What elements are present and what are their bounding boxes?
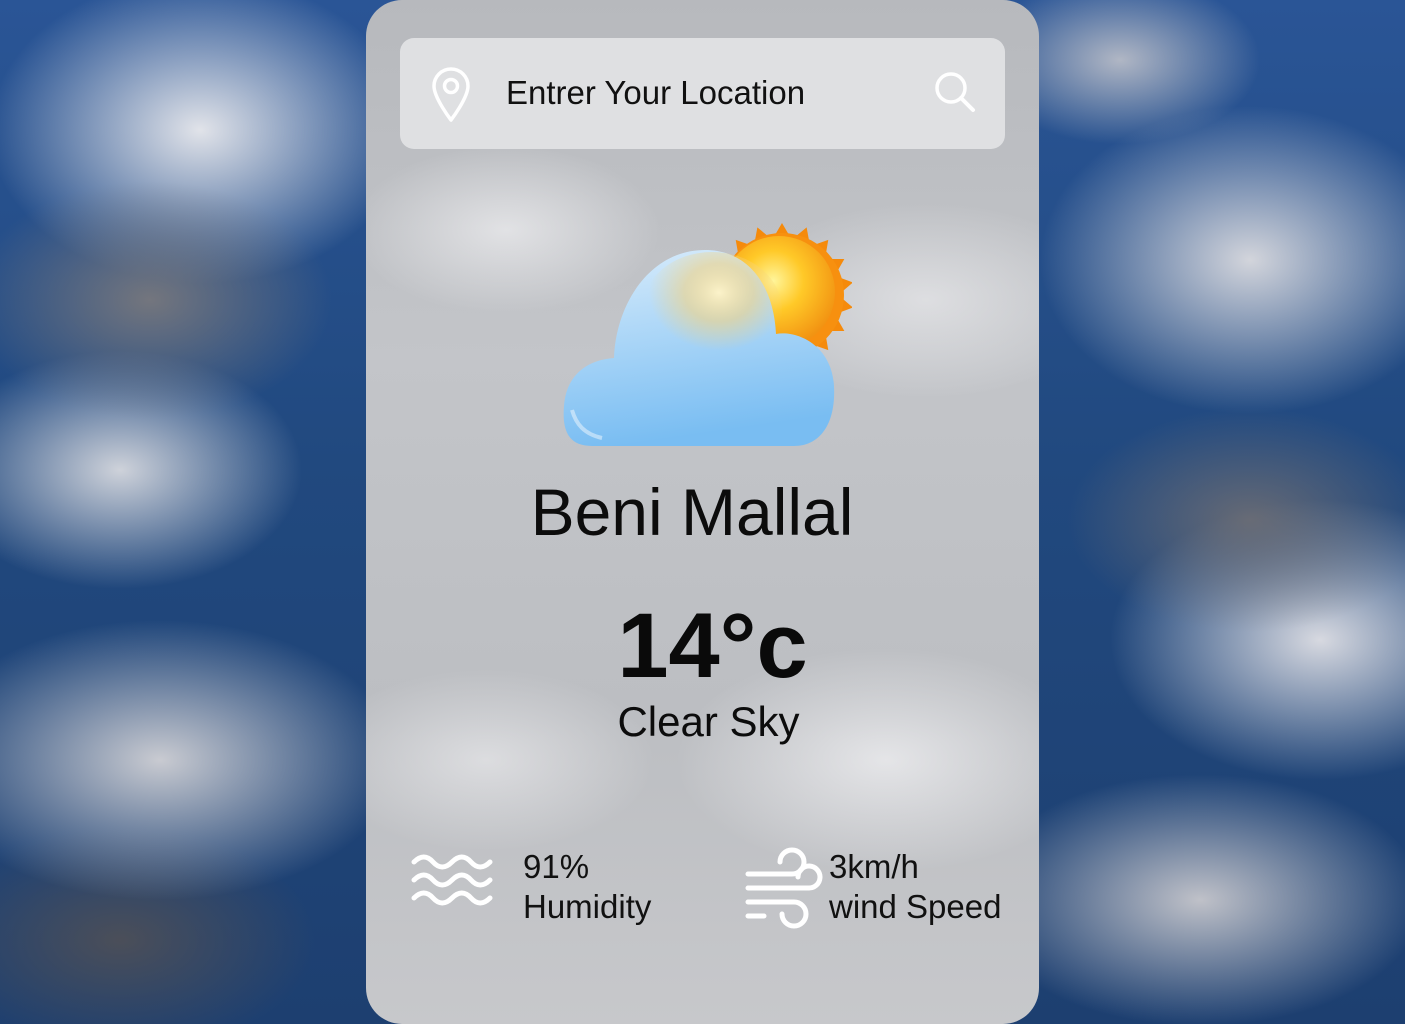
- wind-icon: [742, 846, 826, 935]
- search-input[interactable]: [506, 68, 926, 118]
- weather-condition: Clear Sky: [617, 698, 800, 745]
- wind-stat: 3km/h wind Speed: [742, 846, 1032, 936]
- search-bar: [400, 38, 1005, 149]
- humidity-stat: 91% Humidity: [410, 846, 690, 936]
- wind-value: 3km/h: [829, 848, 919, 885]
- map-pin-icon: [430, 65, 472, 123]
- city-name: Beni Mallal: [530, 475, 854, 549]
- humidity-value: 91%: [523, 848, 590, 885]
- humidity-waves-icon: [410, 846, 494, 917]
- search-icon[interactable]: [933, 70, 977, 114]
- weather-card: Beni Mallal 14°c Clear Sky 91% Humidity …: [366, 0, 1039, 1024]
- temperature: 14°c: [617, 595, 808, 697]
- wind-label: wind Speed: [829, 888, 1002, 925]
- sun-behind-cloud-icon: [562, 210, 853, 450]
- humidity-label: Humidity: [523, 888, 652, 925]
